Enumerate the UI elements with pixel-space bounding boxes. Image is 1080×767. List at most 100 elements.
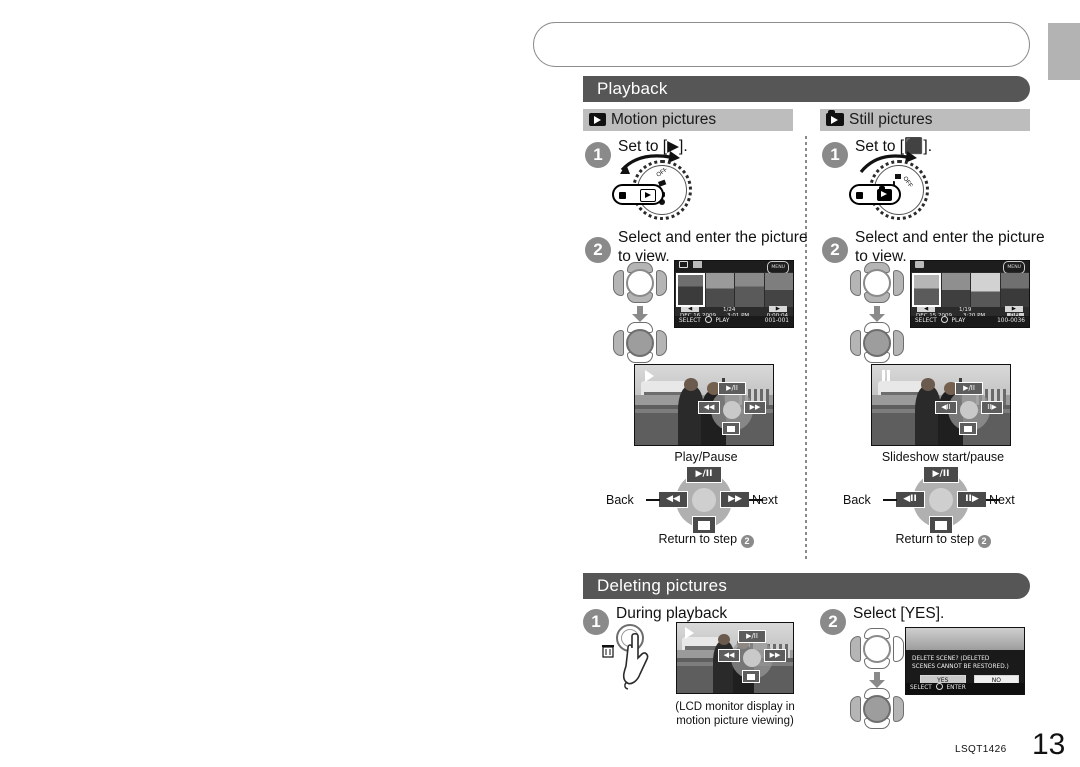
lcd-play-action: PLAY xyxy=(951,318,966,324)
lcd-top-bar: MENU xyxy=(675,261,793,274)
lcd-nav-right[interactable]: ▶ xyxy=(768,306,787,312)
lcd-thumb-selected[interactable] xyxy=(912,273,941,307)
press-down-arrow-icon xyxy=(632,306,648,322)
caption-line-1: (LCD monitor display in xyxy=(675,701,795,713)
osd-control-cluster-still[interactable]: ▶/II ◀II II▶ xyxy=(933,382,1005,439)
osd-slideshow-button[interactable]: ▶/II xyxy=(955,382,983,395)
dial-selector-still xyxy=(849,184,901,205)
lcd-thumb[interactable] xyxy=(735,273,764,307)
legend-top-label: Slideshow start/pause xyxy=(881,450,1005,464)
legend-step-number: 2 xyxy=(740,535,754,548)
step-number-still-1: 1 xyxy=(822,142,848,168)
osd-stop-button[interactable] xyxy=(722,422,740,435)
lcd-thumb[interactable] xyxy=(764,273,793,307)
lcd-thumb-selected[interactable] xyxy=(676,273,705,307)
lcd-select-label: SELECT xyxy=(915,318,937,324)
dial-play-icon xyxy=(640,188,656,202)
mode-dial-playback[interactable]: OFF xyxy=(612,151,698,224)
lcd-play-action: PLAY xyxy=(715,318,730,324)
joystick-left[interactable] xyxy=(850,636,861,662)
joystick-left[interactable] xyxy=(850,270,861,296)
osd-next-button[interactable]: ▶▶ xyxy=(744,401,766,414)
lcd-nav-right[interactable]: ▶ xyxy=(1004,306,1023,312)
legend-tick-left xyxy=(883,499,897,501)
play-triangle-icon xyxy=(685,627,695,640)
joystick-center-pressed[interactable] xyxy=(626,329,654,357)
legend-next-button[interactable]: II▶ xyxy=(957,491,987,508)
lcd-file-number: 001-001 xyxy=(764,318,789,324)
step-number-motion-2: 2 xyxy=(585,237,611,263)
manual-page: Playback Motion pictures Still pictures … xyxy=(0,0,1080,767)
delete-trash-icon xyxy=(602,645,614,658)
osd-next-button[interactable]: ▶▶ xyxy=(764,649,786,662)
caption-line-2: motion picture viewing) xyxy=(676,715,794,727)
legend-play-pause-button[interactable]: ▶/II xyxy=(686,466,722,483)
joystick-center-pressed[interactable] xyxy=(863,695,891,723)
osd-back-button[interactable]: ◀◀ xyxy=(698,401,720,414)
joystick-left-2[interactable] xyxy=(850,330,861,356)
button-legend-motion: Play/Pause ▶/II ◀◀ ▶▶ Back Next Return t… xyxy=(606,450,806,548)
lcd-thumb[interactable] xyxy=(971,273,1000,307)
joystick-right-2[interactable] xyxy=(656,330,667,356)
joystick-center[interactable] xyxy=(863,269,891,297)
legend-center[interactable] xyxy=(929,488,953,512)
pause-bars-icon xyxy=(881,369,890,381)
joystick-center-pressed[interactable] xyxy=(863,329,891,357)
osd-play-pause-button[interactable]: ▶/II xyxy=(718,382,746,395)
joystick-right-2[interactable] xyxy=(893,330,904,356)
joystick-left-2[interactable] xyxy=(850,696,861,722)
legend-back-button[interactable]: ◀II xyxy=(895,491,925,508)
osd-back-button[interactable]: ◀◀ xyxy=(718,649,740,662)
osd-control-cluster-delete[interactable]: ▶/II ◀◀ ▶▶ xyxy=(716,630,788,687)
joystick-right-2[interactable] xyxy=(893,696,904,722)
joystick-right[interactable] xyxy=(893,270,904,296)
step-text-delete-1: During playback xyxy=(616,605,728,622)
legend-back-button[interactable]: ◀◀ xyxy=(658,491,688,508)
legend-center[interactable] xyxy=(692,488,716,512)
lcd-thumbnail-grid xyxy=(912,273,1029,307)
button-legend-still: Slideshow start/pause ▶/II ◀II II▶ Back … xyxy=(843,450,1043,548)
joystick-delete-press[interactable] xyxy=(849,688,905,767)
lcd-thumb[interactable] xyxy=(1000,273,1029,307)
dialog-footer: SELECT ENTER xyxy=(906,683,1024,694)
osd-next-button[interactable]: II▶ xyxy=(981,401,1003,414)
osd-back-button[interactable]: ◀II xyxy=(935,401,957,414)
joystick-center[interactable] xyxy=(863,635,891,663)
legend-next-button[interactable]: ▶▶ xyxy=(720,491,750,508)
lcd-top-bar: MENU xyxy=(911,261,1029,274)
joystick-left-2[interactable] xyxy=(613,330,624,356)
joystick-right[interactable] xyxy=(656,270,667,296)
legend-top-label: Play/Pause xyxy=(674,450,738,464)
joystick-center[interactable] xyxy=(626,269,654,297)
document-code: LSQT1426 xyxy=(955,744,1007,755)
legend-right-label: Next xyxy=(752,493,778,507)
osd-stop-button[interactable] xyxy=(742,670,760,683)
legend-slideshow-button[interactable]: ▶/II xyxy=(923,466,959,483)
dialog-message-line-1: DELETE SCENE? (DELETED xyxy=(912,656,990,662)
lcd-thumb[interactable] xyxy=(941,273,970,307)
press-down-arrow-icon xyxy=(869,672,885,688)
legend-tick-left xyxy=(646,499,660,501)
svg-text:OFF: OFF xyxy=(656,168,669,179)
lcd-joystick-icon xyxy=(704,316,712,323)
step-text-delete-2: Select [YES]. xyxy=(853,605,945,622)
osd-play-pause-button[interactable]: ▶/II xyxy=(738,630,766,643)
legend-right-label: Next xyxy=(989,493,1015,507)
dial-camera-icon xyxy=(877,186,892,201)
joystick-right[interactable] xyxy=(893,636,904,662)
osd-stop-button[interactable] xyxy=(959,422,977,435)
dial-selector-playback xyxy=(612,184,664,205)
osd-center[interactable] xyxy=(723,401,741,419)
subheader-still-pictures: Still pictures xyxy=(820,109,1030,131)
osd-center[interactable] xyxy=(743,649,761,667)
delete-button-press-illustration[interactable] xyxy=(602,622,664,694)
step-number-motion-1: 1 xyxy=(585,142,611,168)
lcd-playback-photo-motion: ▶/II ◀◀ ▶▶ xyxy=(634,364,774,446)
osd-center[interactable] xyxy=(960,401,978,419)
lcd-thumb[interactable] xyxy=(705,273,734,307)
joystick-left[interactable] xyxy=(613,270,624,296)
dialog-enter-label: ENTER xyxy=(946,685,966,691)
mode-dial-still[interactable]: OFF xyxy=(849,151,935,224)
osd-control-cluster-motion[interactable]: ▶/II ◀◀ ▶▶ xyxy=(696,382,768,439)
dialog-photo-strip xyxy=(906,628,1024,650)
